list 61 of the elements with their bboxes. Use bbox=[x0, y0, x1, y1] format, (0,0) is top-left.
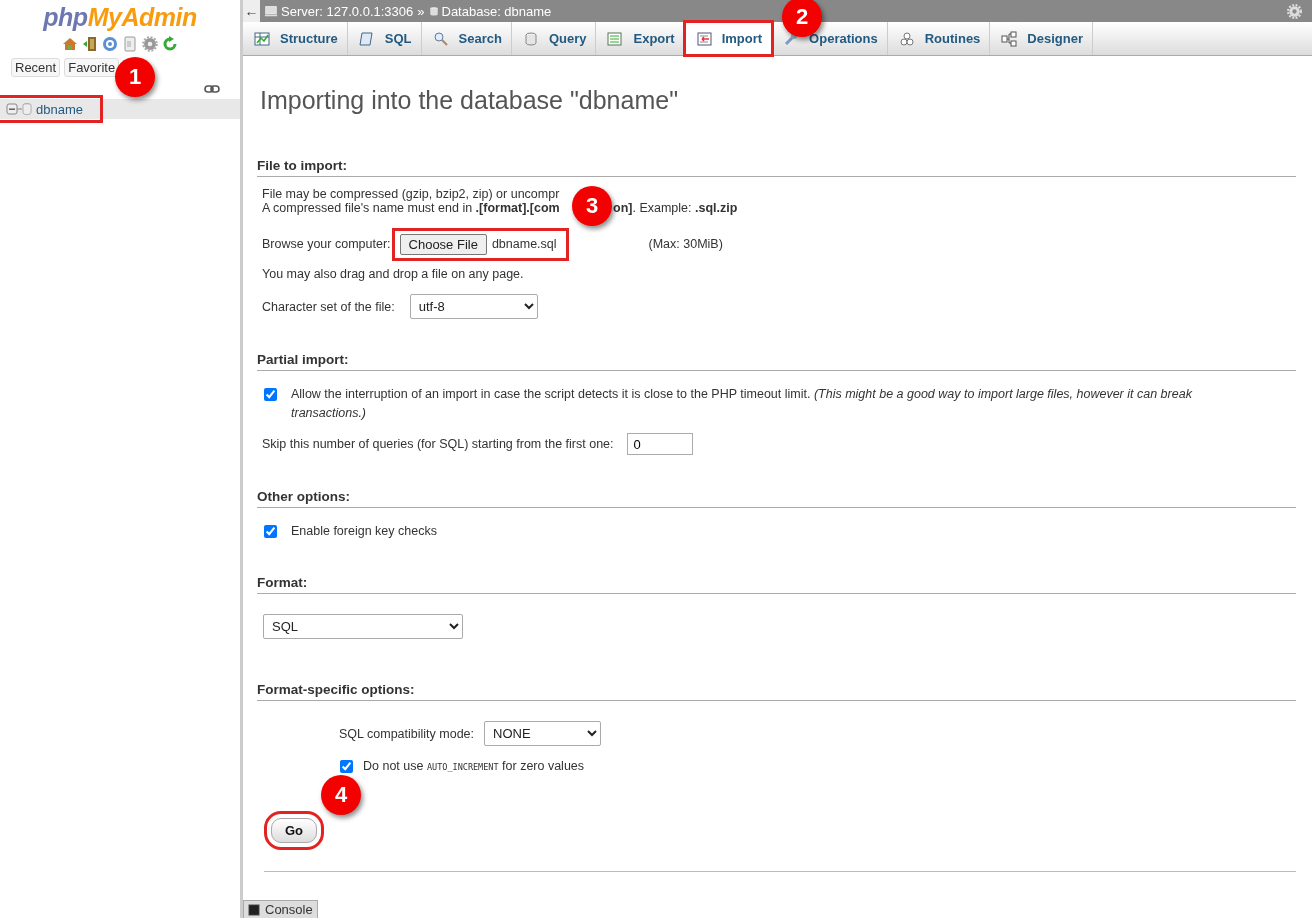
step-marker: 4 bbox=[321, 775, 361, 815]
help-text: on]. Example: .sql.zip bbox=[613, 201, 738, 215]
dropdown[interactable]: SQL bbox=[263, 614, 463, 639]
checkbox[interactable] bbox=[264, 524, 277, 538]
dropdown[interactable]: utf-8 bbox=[409, 294, 538, 319]
option-text: Enable foreign key checks bbox=[291, 524, 437, 538]
size-limit: (Max: 30MiB) bbox=[648, 237, 723, 251]
section-heading: Partial import: bbox=[257, 352, 1296, 371]
exit-door-icon[interactable] bbox=[82, 36, 98, 52]
dropdown[interactable]: NONE bbox=[484, 721, 601, 746]
sidebar-tab-button[interactable]: Recent bbox=[11, 58, 61, 77]
database-icon bbox=[522, 30, 539, 47]
database-icon bbox=[428, 4, 439, 18]
cogs-icon bbox=[898, 30, 915, 47]
step-marker: 3 bbox=[572, 186, 612, 226]
field-label: Skip this number of queries (for SQL) starting from the first one: bbox=[262, 437, 614, 451]
breadcrumb-link[interactable]: Server: 127.0.0.1:3306 bbox=[281, 3, 414, 19]
help-text: File may be compressed (gzip, bzip2, zip) or uncompr bbox=[262, 187, 561, 201]
file-name: dbname.sql bbox=[491, 237, 557, 251]
table-icon bbox=[254, 30, 270, 47]
nav-tab[interactable]: SQL bbox=[347, 22, 422, 55]
section-heading: Other options: bbox=[257, 489, 1296, 508]
import-icon bbox=[695, 30, 712, 47]
field-label: SQL compatibility mode: bbox=[339, 726, 474, 741]
nav-tab[interactable]: Search bbox=[421, 22, 512, 55]
nav-tab[interactable]: Designer bbox=[990, 22, 1093, 55]
nav-tab[interactable]: Query bbox=[511, 22, 597, 55]
scroll-icon bbox=[358, 30, 375, 47]
nav-tab[interactable]: Routines bbox=[887, 22, 991, 55]
section-heading: Format-specific options: bbox=[257, 682, 1296, 701]
breadcrumb-separator: » bbox=[417, 3, 425, 19]
diagram-icon bbox=[1001, 30, 1018, 47]
checkbox[interactable] bbox=[340, 759, 353, 773]
sidebar-tab-button[interactable]: Favorite bbox=[64, 58, 120, 77]
reload-icon[interactable] bbox=[162, 36, 178, 52]
nav-tab[interactable]: Structure bbox=[243, 22, 348, 55]
checkbox[interactable] bbox=[264, 388, 277, 401]
server-icon bbox=[264, 4, 278, 18]
app-logo: phpMyAdmin bbox=[43, 3, 197, 32]
option-text: Allow the interruption of an import in case the script detects it is close to the PHP timeout limit. (This might be a good way to import large files, however it can break transactions.) bbox=[291, 386, 1193, 422]
option-text: Do not use AUTO_INCREMENT for zero values bbox=[363, 759, 585, 773]
help-text: You may also drag and drop a file on any page. bbox=[262, 267, 525, 281]
page-title: Importing into the database "dbname" bbox=[260, 86, 680, 115]
field-label: Character set of the file: bbox=[262, 299, 395, 314]
settings-icon[interactable] bbox=[142, 36, 158, 52]
help-text: A compressed file's name must end in .[format].[com bbox=[262, 201, 560, 215]
choose-file-button[interactable]: Choose File bbox=[399, 233, 487, 255]
breadcrumb-link[interactable]: Database: dbname bbox=[441, 3, 552, 19]
search-icon bbox=[432, 30, 449, 47]
number-field[interactable]: 0 bbox=[626, 433, 693, 455]
field-label: Browse your computer: bbox=[262, 237, 391, 251]
document-icon[interactable] bbox=[122, 36, 138, 52]
terminal-icon bbox=[248, 903, 260, 916]
section-heading: File to import: bbox=[257, 158, 1296, 177]
home-icon[interactable] bbox=[62, 36, 78, 52]
section-heading: Format: bbox=[257, 575, 1296, 594]
nav-tab[interactable]: Import bbox=[684, 22, 773, 55]
console-tab[interactable]: Console bbox=[243, 900, 318, 918]
export-icon bbox=[607, 30, 624, 47]
help-icon[interactable] bbox=[102, 36, 118, 52]
file-input[interactable]: Choose File dbname.sql bbox=[395, 231, 565, 257]
